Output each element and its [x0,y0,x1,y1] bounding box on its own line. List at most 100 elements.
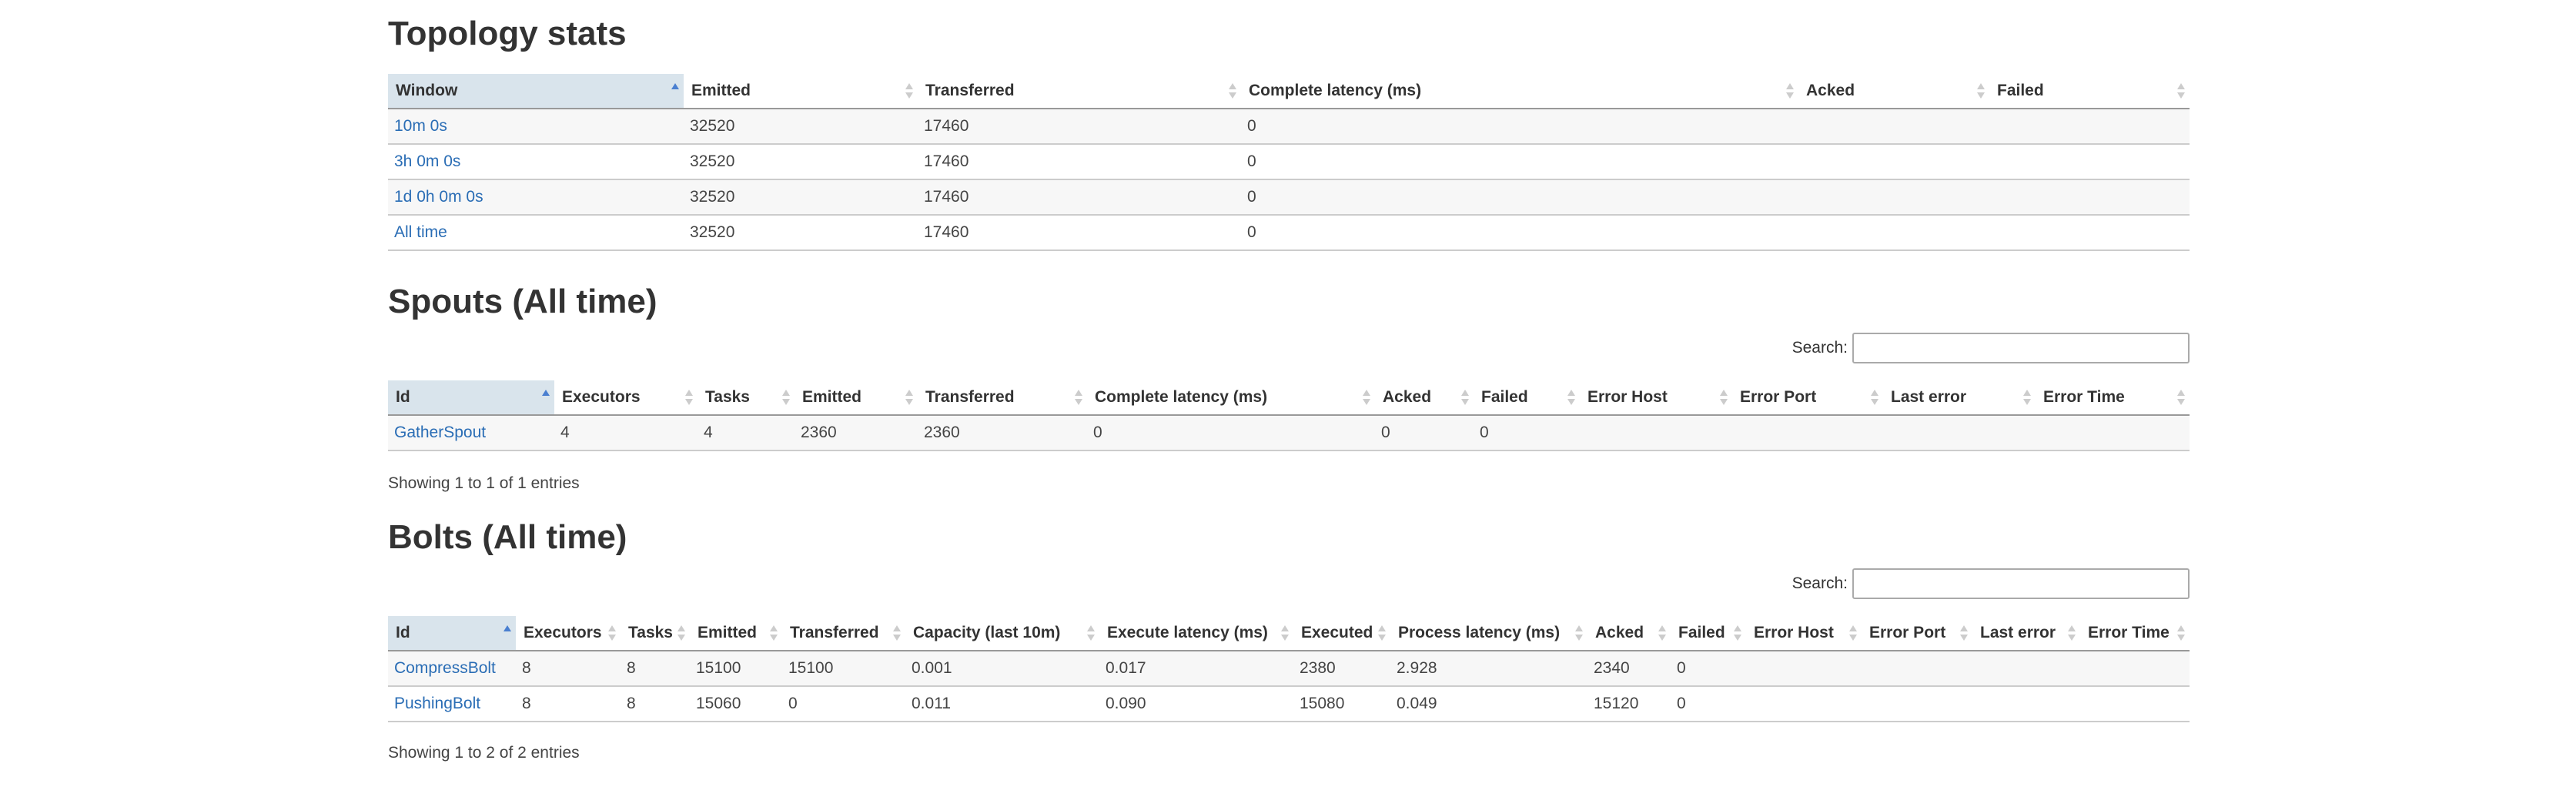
column-header-failed[interactable]: Failed [1671,616,1746,651]
table-cell-last-error [1883,415,2036,451]
row-link[interactable]: 10m 0s [394,117,447,135]
table-cell-execute-latency-ms: 0.090 [1099,686,1293,722]
table-cell-emitted: 32520 [684,144,918,180]
column-header-id[interactable]: Id [388,616,516,651]
table-row: GatherSpout 4 4 2360 2360 0 0 0 [388,415,2190,451]
column-header-emitted[interactable]: Emitted [684,74,918,109]
table-cell-window: 1d 0h 0m 0s [388,179,684,216]
column-header-transferred[interactable]: Transferred [782,616,905,651]
table-cell-acked [1798,215,1989,251]
spouts-title: Spouts (All time) [388,283,657,320]
column-header-failed[interactable]: Failed [1474,380,1580,416]
column-header-label: Execute latency (ms) [1107,624,1268,641]
column-header-label: Emitted [802,388,862,406]
table-cell-process-latency-ms: 2.928 [1390,651,1587,687]
column-header-error-time[interactable]: Error Time [2036,380,2190,416]
column-header-tasks[interactable]: Tasks [621,616,690,651]
table-cell-error-time [2080,686,2190,722]
column-header-executed[interactable]: Executed [1293,616,1390,651]
table-row: 10m 0s 32520 17460 0 [388,109,2190,145]
table-row: All time 32520 17460 0 [388,215,2190,251]
column-header-executors[interactable]: Executors [554,380,698,416]
table-cell-failed [1989,179,2190,216]
column-header-emitted[interactable]: Emitted [795,380,918,416]
table-cell-failed [1989,215,2190,251]
row-link[interactable]: PushingBolt [394,695,480,712]
table-cell-error-host [1580,415,1732,451]
sort-both-icon [1281,625,1289,641]
row-link[interactable]: GatherSpout [394,424,486,441]
table-cell-emitted: 32520 [684,215,918,251]
column-header-label: Failed [1678,624,1725,641]
column-header-last-error[interactable]: Last error [1972,616,2080,651]
table-cell-window: All time [388,215,684,251]
row-link[interactable]: 1d 0h 0m 0s [394,188,483,206]
column-header-label: Last error [1980,624,2056,641]
column-header-error-host[interactable]: Error Host [1746,616,1862,651]
table-cell-process-latency-ms: 0.049 [1390,686,1587,722]
row-link[interactable]: CompressBolt [394,659,496,677]
table-cell-execute-latency-ms: 0.017 [1099,651,1293,687]
table-cell-last-error [1972,686,2080,722]
column-header-complete-latency-ms[interactable]: Complete latency (ms) [1087,380,1375,416]
table-cell-executors: 4 [554,415,698,451]
spouts-table-info: Showing 1 to 1 of 1 entries [388,474,580,492]
sort-both-icon [905,389,913,406]
sort-both-icon [1378,625,1386,641]
bolts-table: Id Executors Tasks Emitted Transferred Capaci… [388,616,2190,722]
column-header-process-latency-ms[interactable]: Process latency (ms) [1390,616,1587,651]
column-header-label: Executed [1301,624,1373,641]
column-header-label: Tasks [628,624,673,641]
table-cell-transferred: 17460 [918,215,1241,251]
column-header-label: Complete latency (ms) [1249,82,1422,99]
column-header-complete-latency-ms[interactable]: Complete latency (ms) [1241,74,1798,109]
sort-both-icon [1658,625,1666,641]
table-cell-complete-latency-ms: 0 [1241,109,1798,145]
table-cell-capacity-last-10m: 0.001 [905,651,1099,687]
sort-both-icon [893,625,901,641]
column-header-error-host[interactable]: Error Host [1580,380,1732,416]
column-header-id[interactable]: Id [388,380,554,416]
table-cell-transferred: 0 [782,686,905,722]
table-cell-error-port [1732,415,1883,451]
column-header-tasks[interactable]: Tasks [698,380,795,416]
bolts-search: Search: [1792,568,2190,599]
row-link[interactable]: All time [394,223,447,241]
column-header-error-time[interactable]: Error Time [2080,616,2190,651]
column-header-acked[interactable]: Acked [1798,74,1989,109]
table-row: PushingBolt 8 8 15060 0 0.011 0.090 15080 0.049 1… [388,686,2190,722]
column-header-transferred[interactable]: Transferred [918,74,1241,109]
sort-both-icon [685,389,693,406]
sort-ascending-icon [542,389,550,406]
sort-both-icon [1075,389,1082,406]
column-header-failed[interactable]: Failed [1989,74,2190,109]
topology-stats-table: Window Emitted Transferred Complete latency… [388,74,2190,251]
column-header-acked[interactable]: Acked [1587,616,1671,651]
table-cell-transferred: 17460 [918,109,1241,145]
table-cell-executors: 8 [516,686,621,722]
bolts-table-info: Showing 1 to 2 of 2 entries [388,744,580,762]
column-header-emitted[interactable]: Emitted [690,616,782,651]
column-header-window[interactable]: Window [388,74,684,109]
column-header-last-error[interactable]: Last error [1883,380,2036,416]
spouts-search-input[interactable] [1852,333,2190,363]
table-row: CompressBolt 8 8 15100 15100 0.001 0.017 2380 2.… [388,651,2190,687]
row-link[interactable]: 3h 0m 0s [394,152,460,170]
column-header-error-port[interactable]: Error Port [1862,616,1972,651]
bolts-search-input[interactable] [1852,568,2190,599]
sort-both-icon [1461,389,1469,406]
sort-both-icon [1786,82,1794,99]
column-header-label: Acked [1595,624,1644,641]
column-header-label: Emitted [691,82,751,99]
column-header-executors[interactable]: Executors [516,616,621,651]
bolts-title: Bolts (All time) [388,518,627,556]
column-header-transferred[interactable]: Transferred [918,380,1087,416]
column-header-acked[interactable]: Acked [1375,380,1474,416]
column-header-execute-latency-ms[interactable]: Execute latency (ms) [1099,616,1293,651]
column-header-label: Transferred [925,388,1015,406]
column-header-error-port[interactable]: Error Port [1732,380,1883,416]
column-header-label: Error Time [2043,388,2125,406]
table-cell-acked [1798,144,1989,180]
table-cell-id: PushingBolt [388,686,516,722]
column-header-capacity-last-10m[interactable]: Capacity (last 10m) [905,616,1099,651]
